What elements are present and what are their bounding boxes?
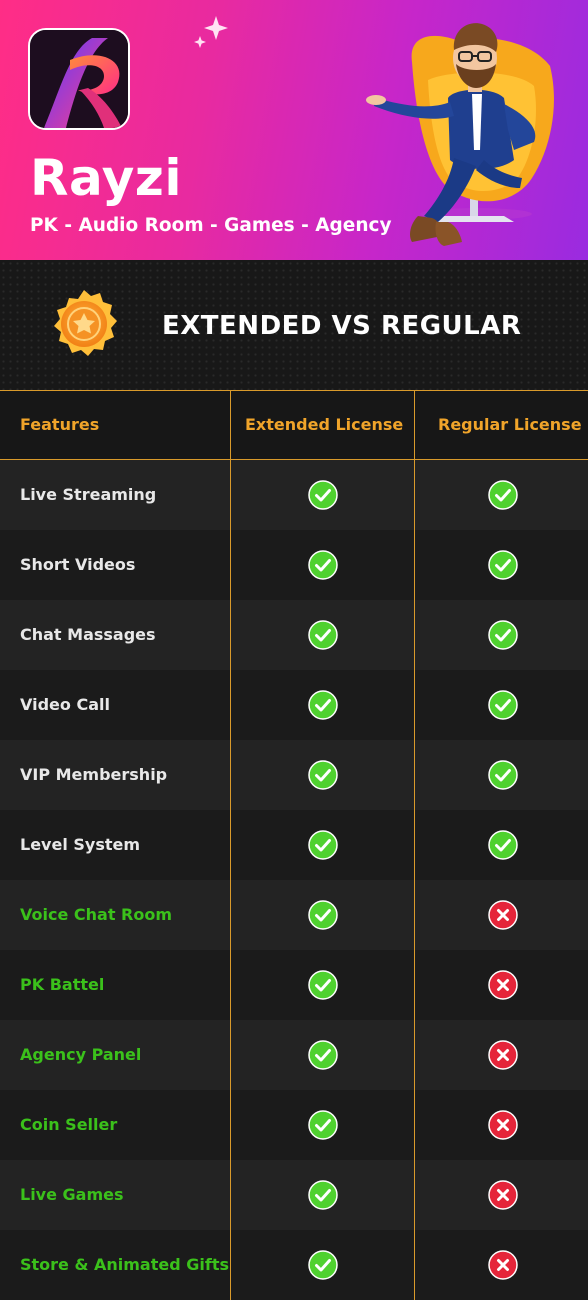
table-row: Coin Seller xyxy=(0,1090,588,1160)
feature-name: Chat Massages xyxy=(20,625,156,644)
sparkle-icon xyxy=(194,16,228,48)
table-row: Chat Massages xyxy=(0,600,588,670)
check-icon xyxy=(308,690,338,720)
check-icon xyxy=(488,760,518,790)
feature-name: Store & Animated Gifts xyxy=(20,1255,229,1274)
column-divider xyxy=(414,390,415,1300)
cross-icon xyxy=(488,1110,518,1140)
cross-icon xyxy=(488,1040,518,1070)
check-icon xyxy=(308,1180,338,1210)
table-row: Level System xyxy=(0,810,588,880)
cross-icon xyxy=(488,900,518,930)
feature-name: Coin Seller xyxy=(20,1115,118,1134)
table-row: Live Games xyxy=(0,1160,588,1230)
check-icon xyxy=(308,900,338,930)
check-icon xyxy=(488,550,518,580)
check-icon xyxy=(488,690,518,720)
check-icon xyxy=(488,620,518,650)
column-header-features: Features xyxy=(20,415,100,434)
brand-title: Rayzi xyxy=(30,149,183,207)
column-divider xyxy=(230,390,231,1300)
table-row: Video Call xyxy=(0,670,588,740)
table-row: Live Streaming xyxy=(0,460,588,530)
cross-icon xyxy=(488,1180,518,1210)
feature-name: Video Call xyxy=(20,695,110,714)
feature-name: VIP Membership xyxy=(20,765,168,784)
feature-name: Live Games xyxy=(20,1185,124,1204)
rayzi-logo xyxy=(28,28,130,130)
page: Rayzi PK - Audio Room - Games - Agency E… xyxy=(0,0,588,1300)
check-icon xyxy=(308,550,338,580)
license-comparison-table: Features Extended License Regular Licens… xyxy=(0,390,588,1300)
cross-icon xyxy=(488,970,518,1000)
table-row: Agency Panel xyxy=(0,1020,588,1090)
check-icon xyxy=(308,760,338,790)
table-row: Voice Chat Room xyxy=(0,880,588,950)
comparison-heading: EXTENDED VS REGULAR xyxy=(162,311,522,341)
table-row: PK Battel xyxy=(0,950,588,1020)
hero-banner: Rayzi PK - Audio Room - Games - Agency xyxy=(0,0,588,260)
column-header-extended-license: Extended License xyxy=(245,415,404,434)
comparison-heading-band: EXTENDED VS REGULAR xyxy=(0,260,588,390)
table-row: Store & Animated Gifts xyxy=(0,1230,588,1300)
check-icon xyxy=(308,830,338,860)
feature-name: Level System xyxy=(20,835,141,854)
check-icon xyxy=(308,620,338,650)
check-icon xyxy=(308,1110,338,1140)
feature-name: PK Battel xyxy=(20,975,105,994)
table-row: VIP Membership xyxy=(0,740,588,810)
table-row: Short Videos xyxy=(0,530,588,600)
medal-star-icon xyxy=(54,290,117,356)
feature-name: Live Streaming xyxy=(20,485,157,504)
check-icon xyxy=(308,970,338,1000)
check-icon xyxy=(308,1040,338,1070)
check-icon xyxy=(488,480,518,510)
feature-name: Agency Panel xyxy=(20,1045,142,1064)
table-body: Live Streaming Short Videos Chat Massages V… xyxy=(0,460,588,1300)
cross-icon xyxy=(488,1250,518,1280)
check-icon xyxy=(488,830,518,860)
character-illustration xyxy=(366,23,554,246)
column-header-regular-license: Regular License xyxy=(438,415,582,434)
check-icon xyxy=(308,480,338,510)
check-icon xyxy=(308,1250,338,1280)
feature-name: Voice Chat Room xyxy=(20,905,173,924)
brand-tagline: PK - Audio Room - Games - Agency xyxy=(30,215,392,236)
feature-name: Short Videos xyxy=(20,555,136,574)
table-header: Features Extended License Regular Licens… xyxy=(0,390,588,460)
